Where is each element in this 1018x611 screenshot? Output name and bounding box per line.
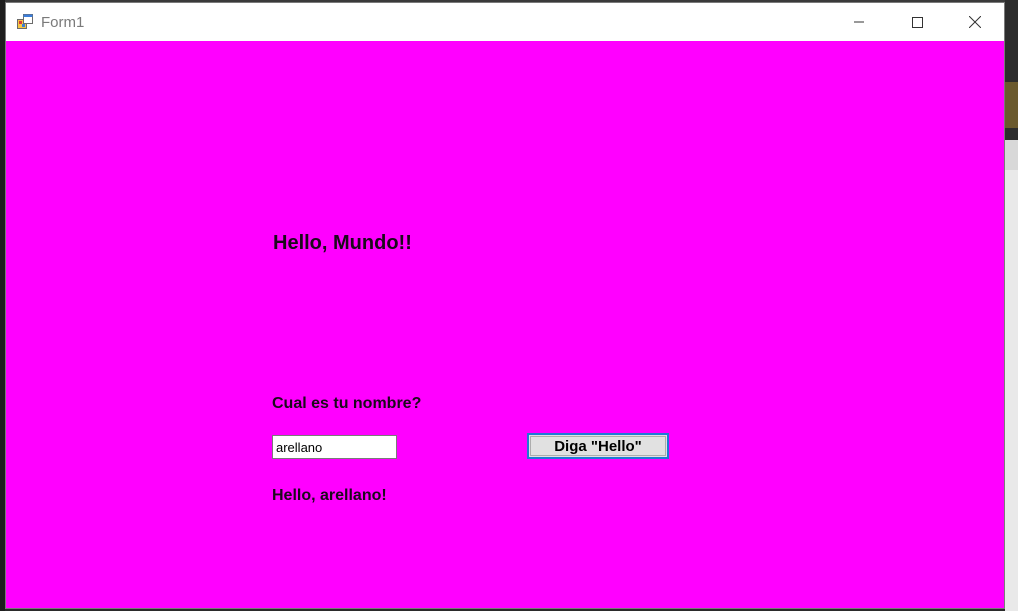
background-window-fragment [1005,82,1018,128]
form-client-area: Hello, Mundo!! Cual es tu nombre? Diga "… [6,41,1004,608]
say-hello-button[interactable]: Diga "Hello" [527,433,669,459]
title-bar[interactable]: Form1 [6,3,1004,41]
form-window: Form1 Hello, Mundo!! Cual es tu nombre? … [5,2,1005,609]
close-icon [969,16,981,28]
minimize-button[interactable] [830,3,888,41]
minimize-icon [854,21,864,23]
maximize-button[interactable] [888,3,946,41]
caption-buttons [830,3,1004,41]
greeting-result-label: Hello, arellano! [272,487,387,504]
heading-label: Hello, Mundo!! [273,232,412,254]
name-input[interactable] [272,435,397,459]
winforms-app-icon[interactable] [17,14,33,30]
name-question-label: Cual es tu nombre? [272,395,422,412]
background-window-fragment [1005,140,1018,170]
maximize-icon [911,16,923,28]
close-button[interactable] [946,3,1004,41]
background-window-fragment [1005,170,1018,611]
desktop-background-right [1005,0,1018,611]
window-title: Form1 [41,13,85,31]
